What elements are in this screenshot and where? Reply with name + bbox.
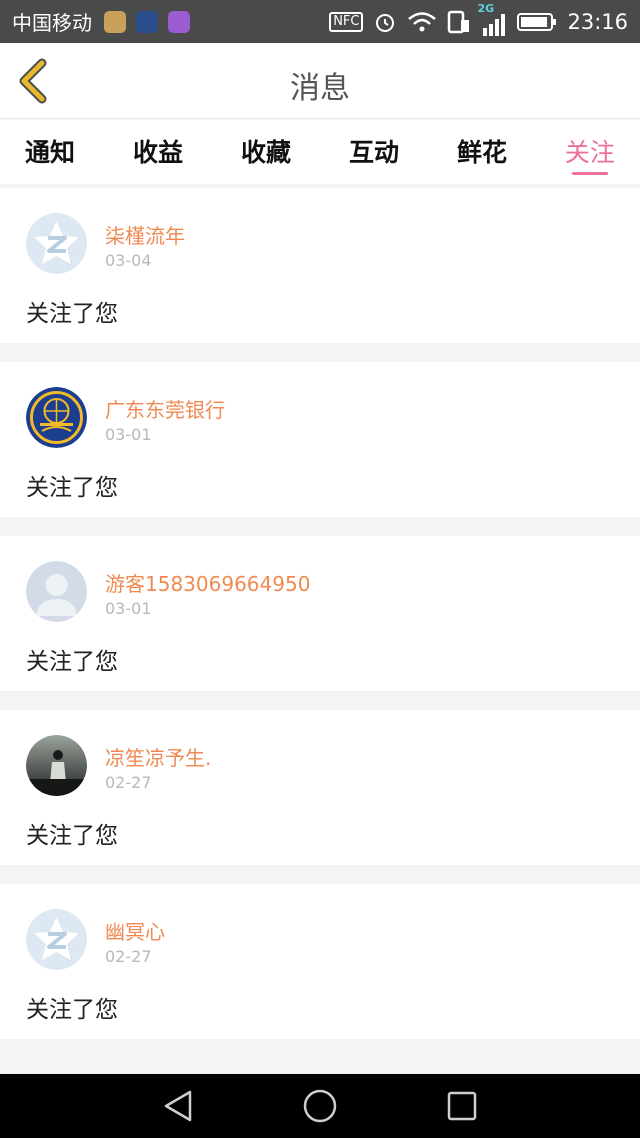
header-bar: 消息 [0, 43, 640, 119]
home-circle-icon[interactable] [302, 1088, 338, 1124]
notification-app-icon [136, 10, 158, 33]
message-text: 关注了您 [26, 649, 118, 675]
message-date: 02-27 [105, 773, 152, 792]
message-date: 03-01 [105, 425, 152, 444]
battery-icon [517, 12, 557, 31]
page-title: 消息 [290, 71, 350, 106]
notification-app-icon [104, 10, 126, 33]
tab-earnings[interactable]: 收益 [133, 120, 183, 184]
avatar[interactable] [26, 909, 87, 970]
avatar[interactable] [26, 735, 87, 796]
alarm-icon [376, 13, 395, 32]
follow-message-list: 柒槿流年 03-04 关注了您 广东东莞银行 03-01 关注了您 游客1583… [0, 188, 640, 1058]
message-date: 03-04 [105, 251, 152, 270]
default-avatar-icon [26, 213, 87, 274]
avatar[interactable] [26, 387, 87, 448]
status-bar: 中国移动 NFC 2G 23:16 [0, 0, 640, 43]
app-screen: 中国移动 NFC 2G 23:16 消息 通知 收益 收藏 互动 鲜花 关注 柒… [0, 0, 640, 1138]
gallery-icon [168, 10, 190, 33]
message-text: 关注了您 [26, 301, 118, 327]
signal-bars-icon [483, 13, 506, 36]
clock: 23:16 [567, 9, 628, 34]
tab-follows[interactable]: 关注 [565, 120, 615, 184]
photo-avatar-icon [26, 735, 87, 796]
list-item[interactable]: 广东东莞银行 03-01 关注了您 [0, 362, 640, 517]
message-text: 关注了您 [26, 475, 118, 501]
carrier-label: 中国移动 [12, 11, 92, 35]
message-date: 02-27 [105, 947, 152, 966]
tab-interactions[interactable]: 互动 [349, 120, 399, 184]
system-nav-bar [0, 1074, 640, 1138]
message-text: 关注了您 [26, 997, 118, 1023]
avatar[interactable] [26, 213, 87, 274]
status-icons: NFC 2G 23:16 [329, 2, 628, 36]
team-logo-icon [26, 387, 87, 448]
recents-square-icon[interactable] [444, 1088, 480, 1124]
user-silhouette-icon [26, 561, 87, 622]
username[interactable]: 凉笙凉予生. [105, 742, 211, 771]
message-date: 03-01 [105, 599, 152, 618]
list-item[interactable]: 幽冥心 02-27 关注了您 [0, 884, 640, 1039]
back-triangle-icon[interactable] [160, 1088, 196, 1124]
tab-notifications[interactable]: 通知 [25, 120, 75, 184]
tab-flowers[interactable]: 鲜花 [457, 120, 507, 184]
list-item[interactable]: 凉笙凉予生. 02-27 关注了您 [0, 710, 640, 865]
default-avatar-icon [26, 909, 87, 970]
sim-icon [448, 10, 470, 33]
nfc-icon: NFC [329, 11, 364, 32]
message-text: 关注了您 [26, 823, 118, 849]
avatar[interactable] [26, 561, 87, 622]
list-item[interactable]: 游客1583069664950 03-01 关注了您 [0, 536, 640, 691]
username[interactable]: 游客1583069664950 [105, 568, 310, 597]
username[interactable]: 柒槿流年 [105, 220, 185, 249]
tab-bar: 通知 收益 收藏 互动 鲜花 关注 [0, 120, 640, 184]
wifi-icon [408, 11, 437, 31]
username[interactable]: 幽冥心 [105, 916, 165, 945]
signal-icon: 2G [477, 2, 507, 36]
list-item[interactable]: 柒槿流年 03-04 关注了您 [0, 188, 640, 343]
username[interactable]: 广东东莞银行 [105, 394, 225, 423]
tab-favorites[interactable]: 收藏 [241, 120, 291, 184]
